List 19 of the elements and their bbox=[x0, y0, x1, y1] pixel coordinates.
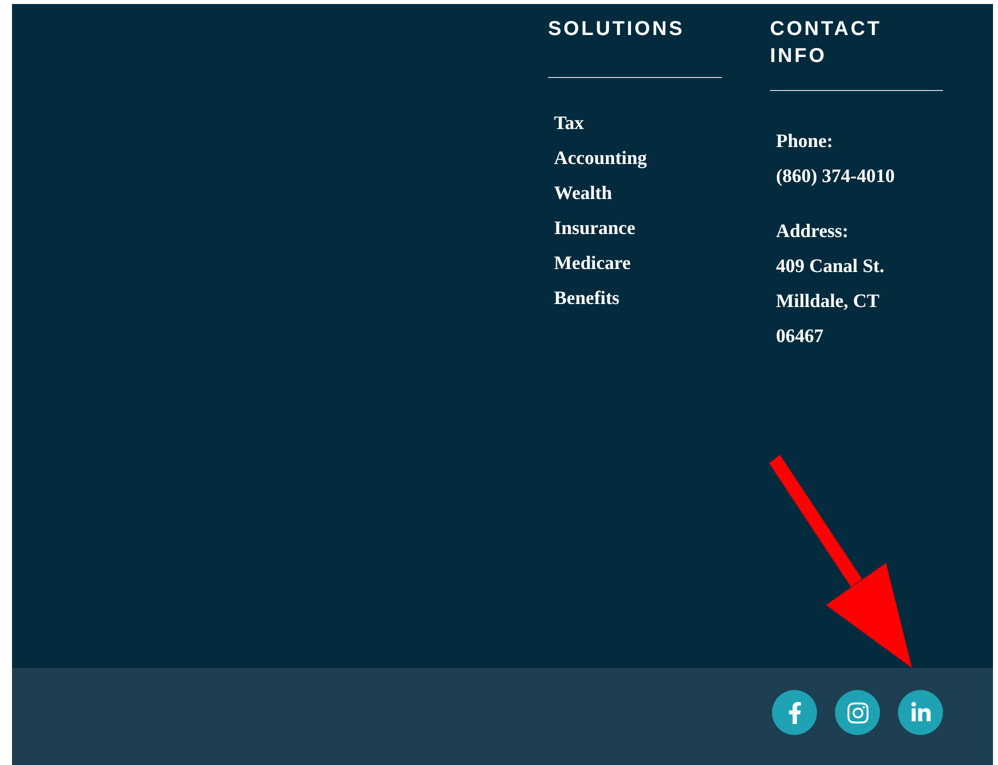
social-link[interactable] bbox=[772, 690, 817, 735]
solution-link[interactable]: Accounting bbox=[554, 141, 722, 176]
contact-text: Milldale, CT bbox=[776, 290, 880, 314]
contact-text: 06467 bbox=[776, 325, 824, 349]
contact-label: Phone: bbox=[776, 130, 834, 154]
solution-link[interactable]: Insurance bbox=[554, 211, 722, 246]
solution-link[interactable]: Benefits bbox=[554, 281, 722, 316]
linkedin-icon bbox=[910, 702, 932, 724]
instagram-icon bbox=[846, 700, 870, 724]
contact-label: Address: bbox=[776, 220, 850, 244]
contact-text: (860) 374-4010 bbox=[776, 165, 896, 189]
social-link[interactable] bbox=[898, 690, 943, 735]
contact-text: 409 Canal St. bbox=[776, 255, 886, 279]
solution-link[interactable]: Medicare bbox=[554, 246, 722, 281]
column-heading: CONTACT INFO bbox=[770, 4, 943, 91]
solution-link[interactable]: Wealth bbox=[554, 176, 722, 211]
social-link[interactable] bbox=[835, 690, 880, 735]
column-heading: SOLUTIONS bbox=[548, 4, 722, 78]
solution-link[interactable]: Tax bbox=[554, 106, 722, 141]
